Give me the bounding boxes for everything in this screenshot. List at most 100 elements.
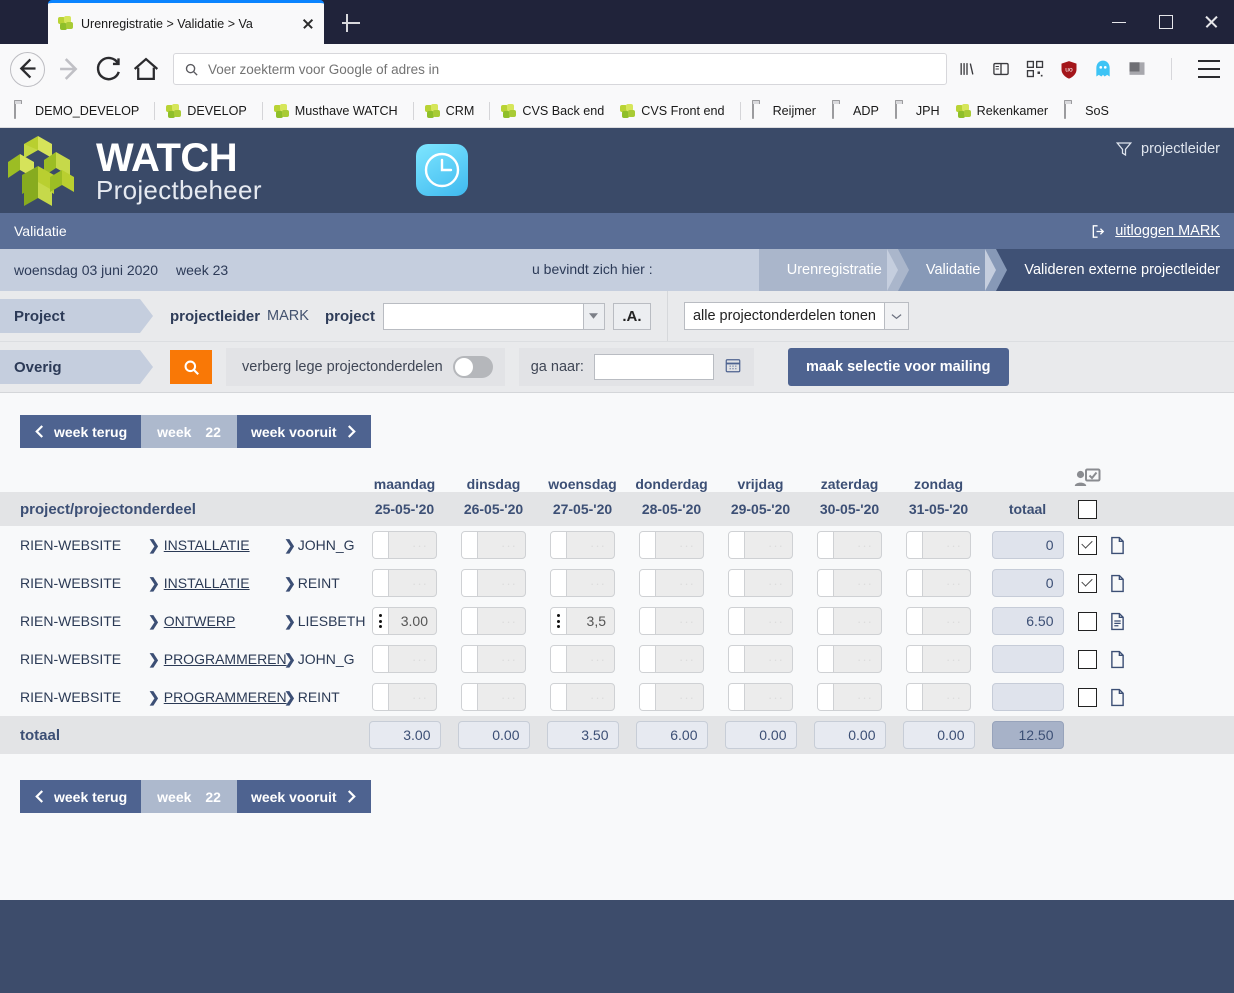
bookmark-item[interactable]: Rekenkamer [950, 101, 1054, 121]
hours-value[interactable]: ··· [389, 690, 436, 705]
reload-icon[interactable] [91, 52, 125, 86]
grip-icon[interactable] [907, 608, 923, 634]
bookmark-item[interactable]: Reijmer [746, 101, 822, 121]
hours-cell[interactable]: ··· [538, 683, 627, 711]
home-icon[interactable] [129, 52, 163, 86]
bookmark-item[interactable]: CVS Front end [614, 101, 730, 121]
hours-cell[interactable]: ··· [894, 645, 983, 673]
hours-value[interactable]: ··· [923, 538, 970, 553]
hours-value[interactable]: ··· [656, 538, 703, 553]
hours-cell[interactable]: ··· [449, 531, 538, 559]
week-next-button-top[interactable]: week vooruit [236, 415, 371, 448]
hours-cell[interactable]: ··· [538, 531, 627, 559]
row-part[interactable]: PROGRAMMEREN [164, 651, 287, 667]
hours-cell[interactable]: ··· [449, 645, 538, 673]
hours-value[interactable]: ··· [745, 614, 792, 629]
hours-value[interactable]: ··· [567, 538, 614, 553]
projectonderdelen-select[interactable]: alle projectonderdelen tonen [683, 302, 885, 330]
grip-icon[interactable] [551, 684, 567, 710]
ga-naar-input[interactable] [593, 354, 714, 380]
hours-cell[interactable]: ··· [627, 645, 716, 673]
hours-cell[interactable]: ··· [805, 569, 894, 597]
hours-cell[interactable]: ··· [894, 531, 983, 559]
close-icon[interactable] [298, 14, 318, 34]
bookmark-item[interactable]: DEVELOP [160, 101, 253, 121]
project-select[interactable] [382, 302, 605, 330]
hours-cell[interactable]: ··· [360, 569, 449, 597]
sidebar-icon[interactable] [991, 59, 1011, 79]
clock-icon[interactable] [416, 144, 468, 196]
grip-icon[interactable] [462, 532, 478, 558]
grip-icon[interactable] [729, 684, 745, 710]
grip-icon[interactable] [551, 570, 567, 596]
week-next-button-bottom[interactable]: week vooruit [236, 780, 371, 813]
bookmark-item[interactable]: Musthave WATCH [268, 101, 404, 121]
hours-cell[interactable]: ··· [449, 683, 538, 711]
grip-icon[interactable] [729, 646, 745, 672]
hours-cell[interactable]: ··· [627, 569, 716, 597]
hours-cell[interactable]: ··· [716, 645, 805, 673]
hours-cell[interactable]: ··· [894, 683, 983, 711]
grip-icon[interactable] [551, 608, 567, 634]
hours-value[interactable]: ··· [478, 576, 525, 591]
hours-value[interactable]: ··· [834, 690, 881, 705]
grip-icon[interactable] [462, 608, 478, 634]
window-close-icon[interactable] [1188, 0, 1234, 44]
hours-value[interactable]: ··· [478, 690, 525, 705]
hours-cell[interactable]: 3.00 [360, 607, 449, 635]
hours-value[interactable]: ··· [478, 538, 525, 553]
role-filter[interactable]: projectleider [1115, 140, 1220, 158]
hours-cell[interactable]: ··· [805, 607, 894, 635]
hours-value[interactable]: ··· [389, 576, 436, 591]
grip-icon[interactable] [907, 684, 923, 710]
hours-cell[interactable]: ··· [538, 569, 627, 597]
hours-cell[interactable]: ··· [894, 569, 983, 597]
back-icon[interactable] [10, 51, 45, 87]
grip-icon[interactable] [818, 570, 834, 596]
hours-value[interactable]: ··· [834, 652, 881, 667]
hours-cell[interactable]: ··· [360, 645, 449, 673]
hide-empty-toggle[interactable] [452, 356, 493, 378]
row-checkbox[interactable] [1077, 535, 1097, 555]
grip-icon[interactable] [551, 646, 567, 672]
row-checkbox-cell[interactable] [1072, 573, 1102, 593]
select-all-checkbox-cell[interactable] [1072, 499, 1102, 519]
hours-value[interactable]: ··· [567, 652, 614, 667]
grip-icon[interactable] [640, 684, 656, 710]
hours-cell[interactable]: ··· [449, 569, 538, 597]
grip-icon[interactable] [373, 684, 389, 710]
hours-cell[interactable]: ··· [538, 645, 627, 673]
library-icon[interactable] [957, 59, 977, 79]
grip-icon[interactable] [373, 532, 389, 558]
row-checkbox[interactable] [1077, 573, 1097, 593]
hours-value[interactable]: ··· [389, 538, 436, 553]
bookmark-item[interactable]: SoS [1058, 101, 1115, 121]
grip-icon[interactable] [818, 608, 834, 634]
row-checkbox-cell[interactable] [1072, 535, 1102, 555]
hours-cell[interactable]: ··· [449, 607, 538, 635]
hours-cell[interactable]: ··· [716, 683, 805, 711]
hours-value[interactable]: ··· [745, 538, 792, 553]
hours-value[interactable]: ··· [745, 652, 792, 667]
grip-icon[interactable] [551, 532, 567, 558]
hours-cell[interactable]: ··· [627, 607, 716, 635]
bookmark-item[interactable]: JPH [889, 101, 946, 121]
hours-value[interactable]: ··· [834, 614, 881, 629]
hours-value[interactable]: ··· [656, 690, 703, 705]
breadcrumb-urenregistratie[interactable]: Urenregistratie [747, 249, 909, 291]
row-checkbox-cell[interactable] [1072, 611, 1102, 631]
new-tab-icon[interactable] [338, 10, 364, 36]
week-prev-button-top[interactable]: week terug [20, 415, 142, 448]
grip-icon[interactable] [729, 608, 745, 634]
calendar-icon[interactable] [724, 356, 742, 379]
grip-icon[interactable] [640, 608, 656, 634]
hours-value[interactable]: ··· [834, 576, 881, 591]
hours-value[interactable]: 3,5 [567, 613, 614, 629]
row-part[interactable]: INSTALLATIE [164, 537, 250, 553]
hours-cell[interactable]: ··· [805, 683, 894, 711]
hours-cell[interactable]: 3,5 [538, 607, 627, 635]
grip-icon[interactable] [462, 646, 478, 672]
hours-value[interactable]: ··· [834, 538, 881, 553]
bulk-assign-icon[interactable] [1072, 468, 1102, 490]
logout-link[interactable]: uitloggen MARK [1090, 223, 1220, 240]
